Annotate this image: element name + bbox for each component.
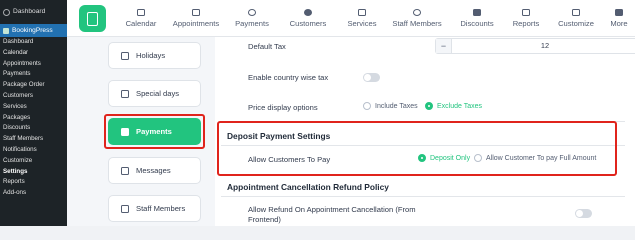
default-tax-label: Default Tax	[248, 42, 286, 51]
settings-tab-messages[interactable]: Messages	[108, 157, 201, 184]
default-tax-value[interactable]: 12	[452, 39, 635, 53]
reports-icon	[522, 9, 530, 16]
wp-submenu-discounts[interactable]: Discounts	[0, 123, 67, 134]
decrement-button[interactable]: −	[436, 39, 452, 53]
special-days-icon	[121, 89, 129, 98]
nav-calendar[interactable]: Calendar	[121, 0, 161, 37]
nav-payments[interactable]: Payments	[233, 0, 271, 37]
customize-icon	[572, 9, 580, 16]
wp-submenu-notifications[interactable]: Notifications	[0, 145, 67, 156]
wp-submenu-appointments[interactable]: Appointments	[0, 59, 67, 70]
settings-tab-special-days[interactable]: Special days	[108, 80, 201, 107]
calendar-icon	[137, 9, 145, 16]
settings-tab-staff-members[interactable]: Staff Members	[108, 195, 201, 222]
radio-circle	[363, 102, 371, 110]
nav-services[interactable]: Services	[344, 0, 380, 37]
nav-customers[interactable]: Customers	[287, 0, 329, 37]
country-tax-toggle[interactable]	[363, 73, 380, 82]
wp-submenu-packages[interactable]: Packages	[0, 113, 67, 124]
wp-submenu-package-order[interactable]: Package Order	[0, 80, 67, 91]
wp-submenu-reports[interactable]: Reports	[0, 177, 67, 188]
nav-reports[interactable]: Reports	[510, 0, 542, 37]
wp-menu-dashboard[interactable]: Dashboard	[0, 0, 67, 24]
nav-discounts[interactable]: Discounts	[458, 0, 496, 37]
payments-icon	[248, 9, 256, 16]
include-taxes-radio[interactable]: Include Taxes	[363, 102, 418, 110]
nav-appointments[interactable]: Appointments	[171, 0, 221, 37]
wp-admin-sidebar: Dashboard BookingPress Dashboard Calenda…	[0, 0, 67, 226]
default-tax-stepper[interactable]: − 12 +	[435, 38, 635, 54]
messages-icon	[121, 166, 129, 175]
bookingpress-icon	[3, 27, 9, 34]
wp-submenu-add-ons[interactable]: Add-ons	[0, 188, 67, 199]
settings-menu: Holidays Special days Payments Messages …	[67, 37, 215, 226]
highlight-box-payments	[104, 114, 205, 149]
highlight-box-deposit	[217, 121, 617, 176]
refund-label: Allow Refund On Appointment Cancellation…	[248, 205, 416, 224]
wp-submenu-customers[interactable]: Customers	[0, 91, 67, 102]
dashboard-icon	[3, 8, 10, 16]
wp-submenu-payments[interactable]: Payments	[0, 69, 67, 80]
wp-submenu-staff-members[interactable]: Staff Members	[0, 134, 67, 145]
wp-menu-bookingpress[interactable]: BookingPress	[0, 24, 67, 37]
appointments-icon	[192, 9, 200, 16]
customers-icon	[304, 9, 312, 16]
services-icon	[358, 9, 366, 16]
refund-toggle[interactable]	[575, 209, 592, 218]
nav-customize[interactable]: Customize	[556, 0, 596, 37]
settings-content: Holidays Special days Payments Messages …	[67, 37, 635, 226]
settings-tab-holidays[interactable]: Holidays	[108, 42, 201, 69]
price-display-label: Price display options	[248, 103, 318, 112]
section-divider	[221, 196, 625, 197]
logo-icon	[87, 11, 98, 26]
wp-submenu-services[interactable]: Services	[0, 102, 67, 113]
nav-staff-members[interactable]: Staff Members	[392, 0, 442, 37]
staff-members-icon	[413, 9, 421, 16]
bookingpress-logo[interactable]	[79, 5, 106, 32]
more-icon	[615, 9, 623, 16]
country-tax-label: Enable country wise tax	[248, 73, 329, 82]
nav-more[interactable]: More	[608, 0, 630, 37]
wp-submenu-settings[interactable]: Settings	[0, 167, 67, 178]
holidays-icon	[121, 51, 129, 60]
exclude-taxes-radio[interactable]: Exclude Taxes	[425, 102, 482, 110]
radio-circle-selected	[425, 102, 433, 110]
wp-submenu-dashboard[interactable]: Dashboard	[0, 37, 67, 48]
staff-members-tab-icon	[121, 204, 129, 213]
wp-submenu-calendar[interactable]: Calendar	[0, 48, 67, 59]
top-nav-bar: Calendar Appointments Payments Customers…	[67, 0, 635, 37]
discounts-icon	[473, 9, 481, 16]
refund-section-title: Appointment Cancellation Refund Policy	[227, 182, 389, 192]
wp-submenu-customize[interactable]: Customize	[0, 156, 67, 167]
